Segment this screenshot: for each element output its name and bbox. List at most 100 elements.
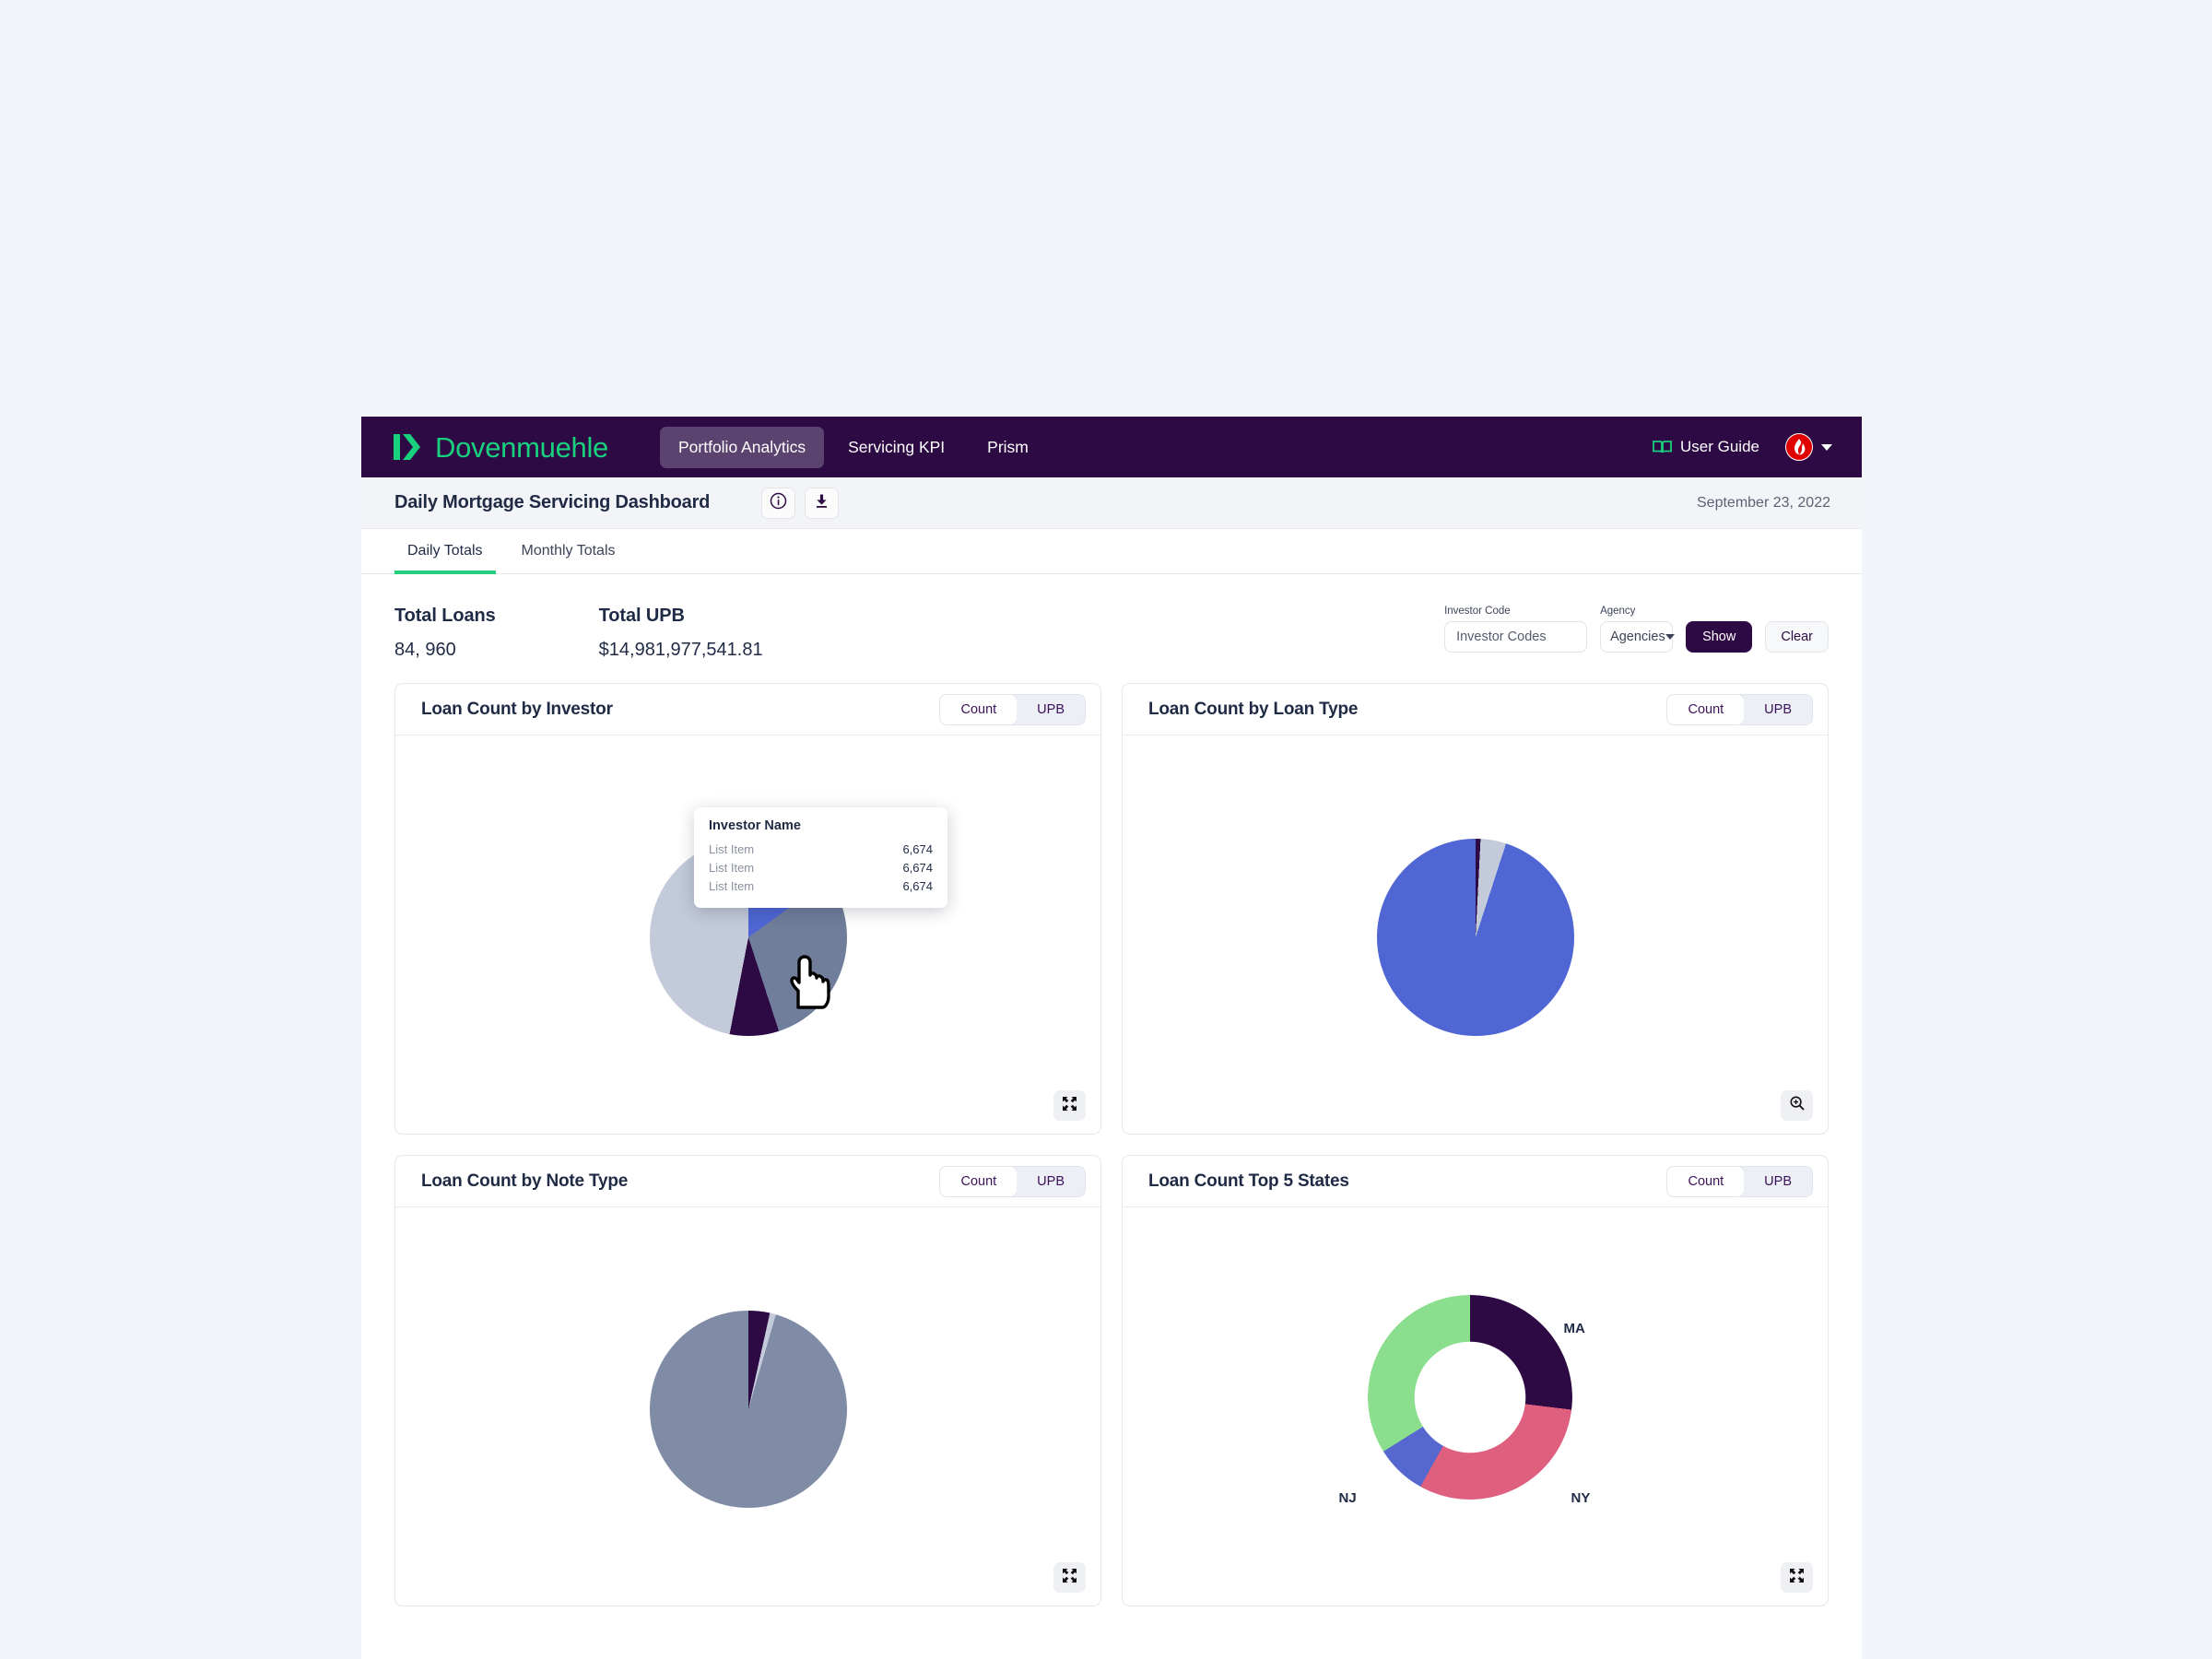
tab-daily-totals[interactable]: Daily Totals xyxy=(394,543,496,574)
total-loans-label: Total Loans xyxy=(394,606,496,626)
card-title: Loan Count by Loan Type xyxy=(1148,699,1359,719)
card-header: Loan Count by Note Type Count UPB xyxy=(395,1156,1100,1207)
toggle-count[interactable]: Count xyxy=(940,694,1018,724)
current-date: September 23, 2022 xyxy=(1697,494,1830,511)
tooltip-row-key: List Item xyxy=(709,879,755,893)
book-icon xyxy=(1653,440,1672,454)
card-title: Loan Count Top 5 States xyxy=(1148,1171,1349,1191)
donut-label-ny: NY xyxy=(1571,1490,1591,1506)
expand-fullscreen-icon xyxy=(1789,1568,1805,1588)
tooltip-row-value: 6,674 xyxy=(902,842,933,856)
total-upb-label: Total UPB xyxy=(598,606,685,626)
count-upb-toggle: Count UPB xyxy=(939,1165,1086,1197)
user-guide-link[interactable]: User Guide xyxy=(1653,438,1759,456)
toggle-upb[interactable]: UPB xyxy=(1017,1166,1085,1196)
tooltip-row: List Item 6,674 xyxy=(709,877,933,896)
toggle-upb[interactable]: UPB xyxy=(1744,694,1812,724)
investor-code-field: Investor Code xyxy=(1444,606,1588,653)
investor-code-input[interactable] xyxy=(1444,621,1588,653)
expand-fullscreen-button[interactable] xyxy=(1053,1562,1086,1593)
toggle-count[interactable]: Count xyxy=(1667,694,1745,724)
top-navigation-bar: Dovenmuehle Portfolio Analytics Servicin… xyxy=(361,417,1862,477)
show-button[interactable]: Show xyxy=(1686,621,1753,653)
card-header: Loan Count by Investor Count UPB xyxy=(395,684,1100,735)
page-title: Daily Mortgage Servicing Dashboard xyxy=(394,492,711,512)
card-chart-body: Investor Name List Item 6,674 List Item … xyxy=(395,735,1100,1134)
toggle-upb[interactable]: UPB xyxy=(1744,1166,1812,1196)
toggle-count[interactable]: Count xyxy=(1667,1166,1745,1196)
tooltip-row-key: List Item xyxy=(709,861,755,875)
card-loan-count-top-5-states: Loan Count Top 5 States Count UPB MA NY … xyxy=(1122,1155,1829,1606)
user-guide-label: User Guide xyxy=(1680,438,1759,455)
brand-logo[interactable]: Dovenmuehle xyxy=(393,431,608,463)
totals-and-filters-row: Total Loans 84, 960 Total UPB $14,981,97… xyxy=(361,574,1862,674)
investor-code-label: Investor Code xyxy=(1444,606,1511,617)
agency-field: Agency Agencies xyxy=(1600,606,1675,653)
download-button[interactable] xyxy=(805,487,840,519)
stat-total-loans: Total Loans 84, 960 xyxy=(394,606,496,661)
brand-name: Dovenmuehle xyxy=(435,430,608,464)
count-upb-toggle: Count UPB xyxy=(1666,1165,1813,1197)
chevron-down-icon xyxy=(1665,634,1675,640)
tooltip-row: List Item 6,674 xyxy=(709,841,933,859)
card-title: Loan Count by Investor xyxy=(421,699,613,719)
donut-label-ma: MA xyxy=(1563,1321,1585,1336)
nav-right-group: User Guide xyxy=(1653,433,1832,461)
chevron-down-icon xyxy=(1821,443,1832,451)
card-loan-count-by-investor: Loan Count by Investor Count UPB Investo… xyxy=(394,683,1101,1135)
toggle-upb[interactable]: UPB xyxy=(1017,694,1085,724)
charts-grid: Loan Count by Investor Count UPB Investo… xyxy=(361,674,1862,1606)
count-upb-toggle: Count UPB xyxy=(1666,693,1813,725)
agency-select[interactable]: Agencies xyxy=(1600,621,1675,653)
nav-tab-portfolio-analytics[interactable]: Portfolio Analytics xyxy=(659,426,825,468)
nav-tab-servicing-kpi[interactable]: Servicing KPI xyxy=(830,427,963,468)
tooltip-row: List Item 6,674 xyxy=(709,859,933,877)
zoom-in-icon xyxy=(1789,1095,1806,1116)
clear-button[interactable]: Clear xyxy=(1765,621,1829,653)
tooltip-row-value: 6,674 xyxy=(902,861,933,875)
info-circle-icon xyxy=(770,492,787,514)
expand-fullscreen-button[interactable] xyxy=(1781,1562,1813,1593)
agency-label: Agency xyxy=(1600,606,1636,617)
info-button[interactable] xyxy=(761,487,796,519)
filter-controls: Investor Code Agency Agencies Show Clear xyxy=(1444,606,1829,653)
total-upb-value: $14,981,977,541.81 xyxy=(598,640,763,660)
card-header: Loan Count Top 5 States Count UPB xyxy=(1123,1156,1828,1207)
card-loan-count-by-loan-type: Loan Count by Loan Type Count UPB xyxy=(1122,683,1829,1135)
subheader-actions xyxy=(761,487,840,519)
tooltip-title: Investor Name xyxy=(709,818,801,833)
primary-nav-tabs: Portfolio Analytics Servicing KPI Prism xyxy=(659,426,1047,468)
tooltip-row-value: 6,674 xyxy=(902,879,933,893)
donut-chart-top-states[interactable] xyxy=(1367,1295,1572,1500)
tooltip-row-key: List Item xyxy=(709,842,755,856)
dovenmuehle-logo-icon xyxy=(393,431,424,463)
tab-monthly-totals[interactable]: Monthly Totals xyxy=(509,543,629,574)
agency-selected-value: Agencies xyxy=(1610,629,1665,644)
total-loans-value: 84, 960 xyxy=(394,640,456,660)
page-subheader: Daily Mortgage Servicing Dashboard Septe… xyxy=(361,477,1862,529)
user-menu[interactable] xyxy=(1785,433,1832,461)
toggle-count[interactable]: Count xyxy=(940,1166,1018,1196)
card-header: Loan Count by Loan Type Count UPB xyxy=(1123,684,1828,735)
expand-fullscreen-button[interactable] xyxy=(1053,1090,1086,1121)
card-title: Loan Count by Note Type xyxy=(421,1171,629,1191)
donut-chart-wrapper: MA NY NJ xyxy=(1337,1289,1614,1529)
donut-label-nj: NJ xyxy=(1338,1490,1357,1506)
card-chart-body: MA NY NJ xyxy=(1123,1207,1828,1606)
card-loan-count-by-note-type: Loan Count by Note Type Count UPB xyxy=(394,1155,1101,1606)
dashboard-window: Dovenmuehle Portfolio Analytics Servicin… xyxy=(361,417,1862,1659)
download-icon xyxy=(813,492,830,514)
chart-tooltip: Investor Name List Item 6,674 List Item … xyxy=(694,807,947,908)
count-upb-toggle: Count UPB xyxy=(939,693,1086,725)
expand-fullscreen-icon xyxy=(1062,1568,1077,1588)
stat-total-upb: Total UPB $14,981,977,541.81 xyxy=(599,606,763,661)
nav-tab-prism[interactable]: Prism xyxy=(969,427,1047,468)
zoom-in-button[interactable] xyxy=(1781,1090,1813,1121)
section-tabs: Daily Totals Monthly Totals xyxy=(361,529,1862,574)
card-chart-body xyxy=(1123,735,1828,1134)
pie-chart-note-type[interactable] xyxy=(649,1311,847,1508)
avatar xyxy=(1785,433,1813,461)
expand-fullscreen-icon xyxy=(1062,1096,1077,1116)
pie-chart-loan-type[interactable] xyxy=(1376,839,1574,1036)
card-chart-body xyxy=(395,1207,1100,1606)
